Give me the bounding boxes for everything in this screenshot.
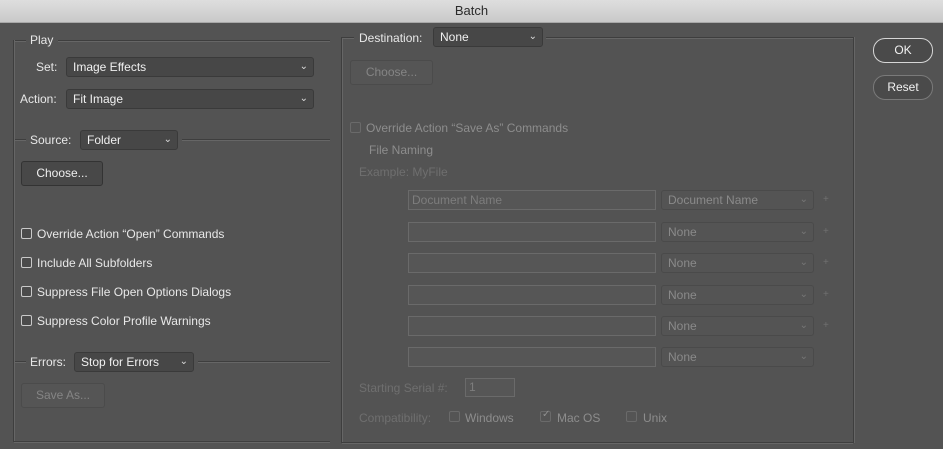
chevron-down-icon: ⌄	[799, 289, 808, 300]
include-subfolders-label: Include All Subfolders	[37, 256, 153, 270]
naming-select-2-value: None	[668, 225, 697, 239]
ok-button[interactable]: OK	[873, 38, 933, 63]
chevron-down-icon: ⌄	[299, 61, 308, 72]
chevron-down-icon: ⌄	[528, 31, 537, 42]
source-choose-button[interactable]: Choose...	[21, 161, 103, 186]
naming-field-4[interactable]	[408, 285, 656, 305]
errors-select-value: Stop for Errors	[81, 355, 160, 369]
destination-panel-right-border	[853, 37, 855, 443]
destination-line-right	[546, 37, 853, 39]
destination-label: Destination:	[359, 31, 423, 45]
naming-select-6[interactable]: None ⌄	[661, 347, 814, 367]
play-group-label: Play	[30, 33, 54, 47]
set-label: Set:	[36, 60, 58, 74]
naming-plus-1: +	[823, 194, 829, 205]
destination-select[interactable]: None ⌄	[433, 27, 543, 47]
naming-select-3-value: None	[668, 256, 697, 270]
compat-macos-label: Mac OS	[557, 411, 601, 425]
compatibility-label: Compatibility:	[359, 411, 432, 425]
naming-plus-3: +	[823, 257, 829, 268]
naming-select-1-value: Document Name	[668, 193, 759, 207]
chevron-down-icon: ⌄	[799, 351, 808, 362]
action-label: Action:	[20, 92, 57, 106]
reset-button[interactable]: Reset	[873, 75, 933, 100]
compat-macos-checkbox[interactable]: ✓	[540, 409, 551, 422]
override-save-as-label: Override Action “Save As” Commands	[366, 121, 569, 135]
chevron-down-icon: ⌄	[799, 226, 808, 237]
include-subfolders-checkbox[interactable]	[21, 257, 32, 268]
set-select[interactable]: Image Effects ⌄	[66, 57, 314, 77]
naming-select-4[interactable]: None ⌄	[661, 285, 814, 305]
suppress-open-options-checkbox[interactable]	[21, 286, 32, 297]
naming-plus-2: +	[823, 226, 829, 237]
naming-plus-4: +	[823, 289, 829, 300]
play-group-line-right	[58, 40, 330, 42]
destination-line-left	[342, 37, 354, 39]
checkmark-icon: ✓	[542, 409, 551, 420]
naming-field-2[interactable]	[408, 222, 656, 242]
action-select[interactable]: Fit Image ⌄	[66, 89, 314, 109]
suppress-color-profile-label: Suppress Color Profile Warnings	[37, 314, 211, 328]
source-select-value: Folder	[87, 133, 122, 147]
left-column-border	[13, 40, 15, 442]
override-save-as-checkbox[interactable]	[350, 122, 361, 133]
naming-select-3[interactable]: None ⌄	[661, 253, 814, 273]
source-select[interactable]: Folder ⌄	[80, 130, 178, 150]
window-title: Batch	[0, 0, 943, 23]
play-group-line-left	[14, 40, 26, 42]
left-column-bottom	[14, 441, 330, 443]
naming-select-5[interactable]: None ⌄	[661, 316, 814, 336]
chevron-down-icon: ⌄	[799, 320, 808, 331]
compat-unix-label: Unix	[643, 411, 668, 425]
chevron-down-icon: ⌄	[799, 257, 808, 268]
naming-plus-5: +	[823, 320, 829, 331]
naming-select-4-value: None	[668, 288, 697, 302]
source-group-line-right	[182, 139, 330, 141]
compat-unix-checkbox[interactable]	[626, 411, 637, 422]
destination-panel-bottom	[342, 442, 853, 444]
destination-choose-button[interactable]: Choose...	[350, 60, 433, 85]
file-naming-example: Example: MyFile	[359, 165, 448, 179]
naming-field-1[interactable]: Document Name	[408, 190, 656, 210]
chevron-down-icon: ⌄	[179, 356, 188, 367]
source-group-line-left	[14, 139, 26, 141]
chevron-down-icon: ⌄	[299, 93, 308, 104]
chevron-down-icon: ⌄	[163, 134, 172, 145]
serial-label: Starting Serial #:	[359, 381, 448, 395]
errors-group-line-left	[14, 361, 26, 363]
errors-group-line-right	[198, 361, 330, 363]
file-naming-label: File Naming	[369, 143, 434, 157]
naming-select-6-value: None	[668, 350, 697, 364]
naming-field-6[interactable]	[408, 347, 656, 367]
naming-select-2[interactable]: None ⌄	[661, 222, 814, 242]
naming-field-3[interactable]	[408, 253, 656, 273]
naming-field-5[interactable]	[408, 316, 656, 336]
action-select-value: Fit Image	[73, 92, 124, 106]
suppress-open-options-label: Suppress File Open Options Dialogs	[37, 285, 232, 299]
set-select-value: Image Effects	[73, 60, 147, 74]
naming-select-1[interactable]: Document Name ⌄	[661, 190, 814, 210]
override-open-label: Override Action “Open” Commands	[37, 227, 225, 241]
chevron-down-icon: ⌄	[799, 194, 808, 205]
compat-windows-label: Windows	[465, 411, 514, 425]
override-open-checkbox[interactable]	[21, 228, 32, 239]
destination-panel-left-border	[341, 37, 343, 443]
source-label: Source:	[30, 133, 72, 147]
errors-select[interactable]: Stop for Errors ⌄	[74, 352, 194, 372]
errors-label: Errors:	[30, 355, 66, 369]
serial-input[interactable]: 1	[465, 378, 515, 397]
compat-windows-checkbox[interactable]	[449, 411, 460, 422]
naming-select-5-value: None	[668, 319, 697, 333]
suppress-color-profile-checkbox[interactable]	[21, 315, 32, 326]
destination-select-value: None	[440, 30, 469, 44]
errors-save-as-button[interactable]: Save As...	[21, 383, 105, 408]
